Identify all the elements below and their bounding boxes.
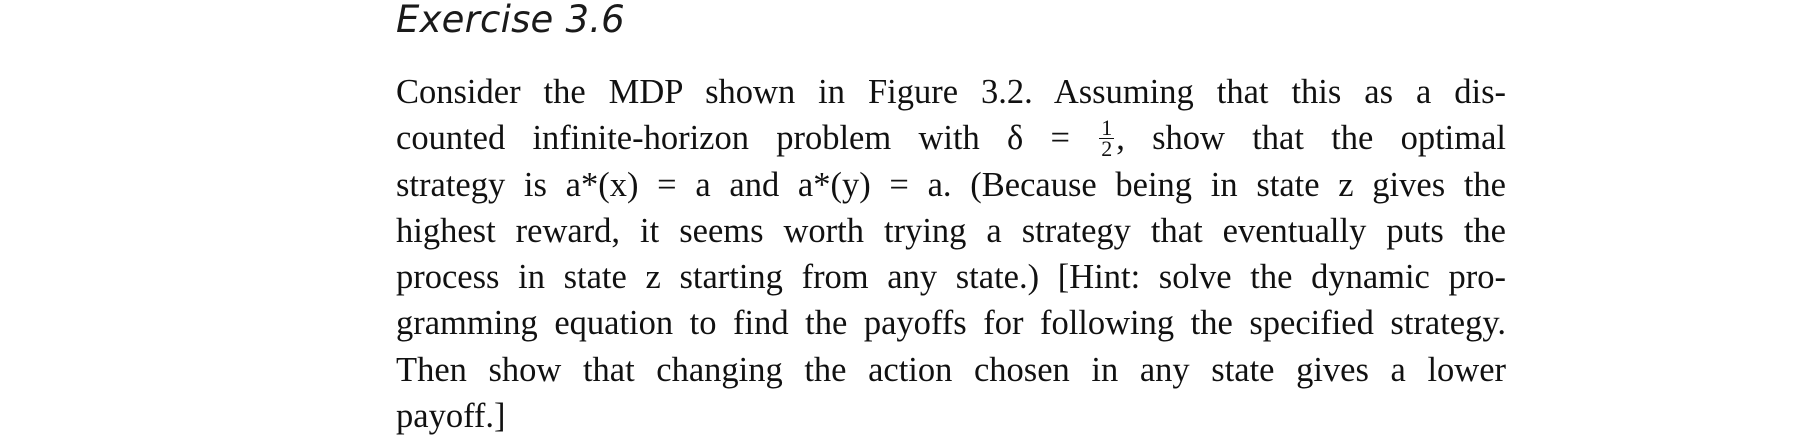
- text-line-4: highest reward, it seems worth trying a …: [396, 211, 1506, 250]
- text-line-1: Consider the MDP shown in Figure 3.2. As…: [396, 73, 1506, 111]
- text-line-6: gramming equation to find the payoffs fo…: [396, 304, 1506, 343]
- exercise-heading: Exercise 3.6: [396, 0, 625, 41]
- text-line-2-end: , show that the optimal: [1116, 119, 1506, 158]
- text-line-2-start: counted infinite-horizon problem with δ: [396, 119, 1024, 158]
- text-line-2: counted infinite-horizon problem with δ …: [396, 115, 1506, 161]
- text-line-7: Then show that changing the action chose…: [396, 350, 1506, 389]
- document-page: Exercise 3.6 Consider the MDP shown in F…: [0, 0, 1797, 437]
- fraction-denominator: 2: [1101, 135, 1113, 161]
- one-half-fraction: 12: [1099, 116, 1115, 161]
- equals-sign: =: [1050, 119, 1070, 158]
- text-line-3: strategy is a*(x) = a and a*(y) = a. (Be…: [396, 165, 1506, 204]
- exercise-body: Consider the MDP shown in Figure 3.2. As…: [396, 69, 1506, 439]
- text-line-5: process in state z starting from any sta…: [396, 258, 1506, 297]
- text-line-8: payoff.]: [396, 397, 506, 436]
